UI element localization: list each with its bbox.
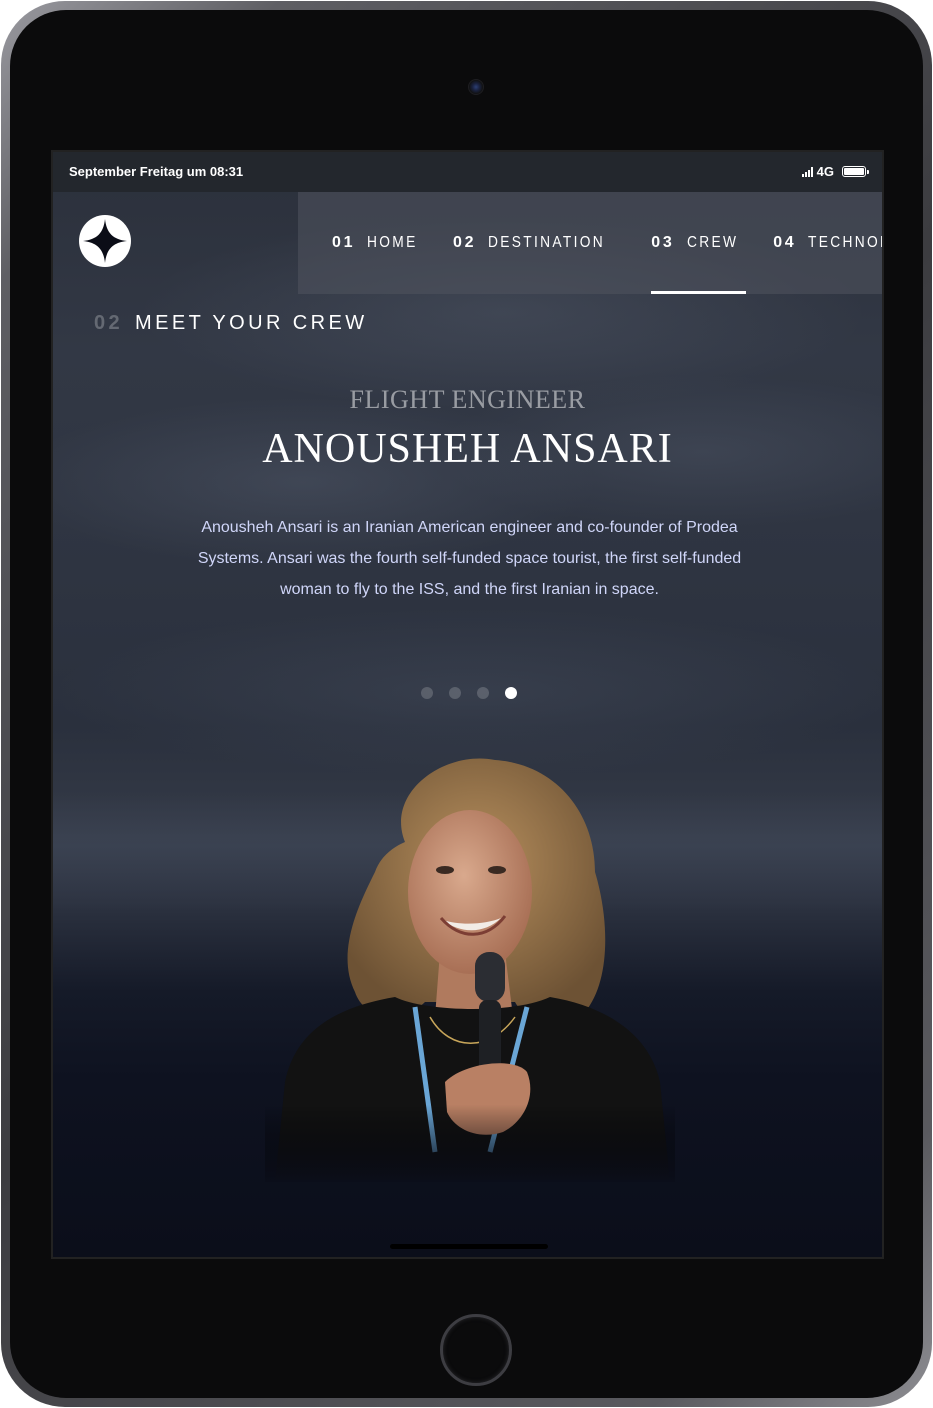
front-camera xyxy=(468,79,484,95)
nav-item-label: TECHNOLOGY xyxy=(808,234,882,251)
crew-role: FLIGHT ENGINEER xyxy=(349,385,586,414)
home-button[interactable] xyxy=(440,1314,512,1386)
nav-item-label: HOME xyxy=(367,234,418,251)
battery-icon xyxy=(842,166,869,177)
slide-dot-4[interactable] xyxy=(505,687,517,699)
status-bar: September Freitag um 08:31 4G xyxy=(53,152,882,192)
crew-member-portrait xyxy=(265,752,675,1182)
crew-name: ANOUSHEH ANSARI xyxy=(262,426,673,472)
slide-dot-3[interactable] xyxy=(477,687,489,699)
nav-item-home[interactable]: 01 HOME xyxy=(332,192,426,294)
cellular-signal-icon xyxy=(801,166,813,177)
status-time: September Freitag um 08:31 xyxy=(69,164,244,179)
page-title-number: 02 xyxy=(94,312,124,334)
nav-item-number: 01 xyxy=(332,234,356,251)
nav-item-technology[interactable]: 04 TECHNOLOGY xyxy=(773,192,882,294)
main-navigation: 01 HOME 02 DESTINATION 03 CREW 04 TECHNO… xyxy=(298,192,882,294)
home-indicator xyxy=(390,1244,548,1249)
tablet-device-frame: September Freitag um 08:31 4G 01 HOME 02… xyxy=(1,1,932,1407)
nav-item-number: 04 xyxy=(773,234,797,251)
page-title-text: MEET YOUR CREW xyxy=(135,312,368,334)
nav-item-label: DESTINATION xyxy=(488,234,606,251)
screen: September Freitag um 08:31 4G 01 HOME 02… xyxy=(51,150,884,1259)
nav-item-number: 03 xyxy=(651,234,675,251)
crew-bio: Anousheh Ansari is an Iranian American e… xyxy=(197,519,742,598)
slide-dot-2[interactable] xyxy=(449,687,461,699)
slide-pagination xyxy=(421,687,517,699)
star-logo-icon[interactable] xyxy=(79,215,131,267)
network-type: 4G xyxy=(816,164,834,179)
slide-dot-1[interactable] xyxy=(421,687,433,699)
nav-item-crew[interactable]: 03 CREW xyxy=(651,192,747,294)
status-indicators: 4G xyxy=(801,164,869,179)
nav-item-number: 02 xyxy=(453,234,477,251)
nav-item-destination[interactable]: 02 DESTINATION xyxy=(453,192,624,294)
page-title: 02 MEET YOUR CREW xyxy=(94,312,367,335)
nav-item-label: CREW xyxy=(686,234,738,251)
